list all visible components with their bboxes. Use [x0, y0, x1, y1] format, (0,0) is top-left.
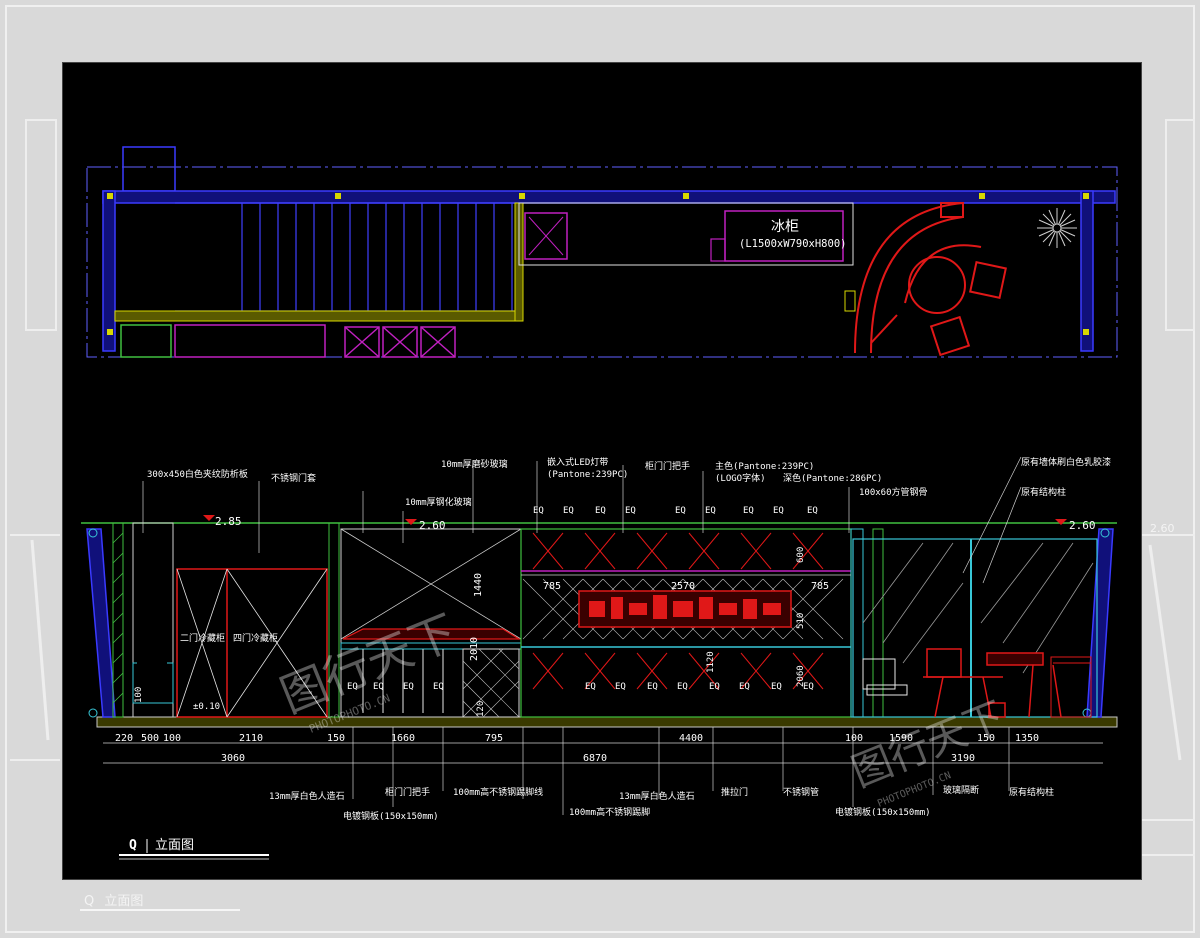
eq-mark: EQ: [771, 682, 782, 692]
height-label-5: 100: [134, 687, 144, 703]
plan-lounge: [854, 202, 1007, 357]
plan-sink-units: [344, 326, 456, 358]
note-top-8: 主色(Pantone:239PC): [715, 460, 814, 472]
eq-mark: EQ: [677, 682, 688, 692]
note-top-12: 原有墙体刷白色乳胶漆: [1021, 456, 1111, 468]
dimension-text: 100: [163, 733, 181, 744]
eq-mark: EQ: [807, 506, 818, 516]
height-label-4: 120: [476, 701, 486, 717]
dimension-text: 2110: [239, 733, 263, 744]
height-label-7: 510: [796, 613, 806, 629]
fridge-label-left: 二门冷藏柜: [180, 632, 225, 644]
eq-mark: EQ: [563, 506, 574, 516]
eq-mark: EQ: [739, 682, 750, 692]
plan-fridge-size: (L1500xW790xH800): [739, 238, 846, 250]
eq-mark: EQ: [585, 682, 596, 692]
plan-plant-symbol: [1037, 208, 1077, 248]
eq-mark: EQ: [595, 506, 606, 516]
plan-top-wall: [102, 190, 1116, 204]
height-label-8: 2060: [796, 665, 806, 687]
elevation-title-letter: Q: [129, 838, 137, 853]
inner-dim-2: 2570: [671, 581, 695, 592]
note-bottom-3: 柜门门把手: [385, 786, 430, 798]
note-top-13: 原有结构柱: [1021, 486, 1066, 498]
note-top-6: (Pantone:239PC): [547, 470, 628, 480]
floor-plan: 冰柜 (L1500xW790xH800): [86, 146, 1118, 358]
dimension-text: 150: [327, 733, 345, 744]
note-bottom-2: 电镀钢板(150x150mm): [343, 810, 439, 822]
elevation-title-block: Q 立面图: [119, 838, 269, 860]
dimension-text: 4400: [679, 733, 703, 744]
note-top-7: 柜门门把手: [645, 460, 690, 472]
note-bottom-7: 推拉门: [721, 786, 748, 798]
eq-mark: EQ: [533, 506, 544, 516]
level-mark-3: 2.60: [1069, 519, 1096, 532]
elevation-title: 立面图: [155, 838, 194, 853]
dimension-text: 1350: [1015, 733, 1039, 744]
level-mark-1: 2.85: [215, 515, 242, 528]
eq-mark: EQ: [433, 682, 444, 692]
eq-mark: EQ: [743, 506, 754, 516]
cad-drawing-window: 冰柜 (L1500xW790xH800) 二门冷藏柜 四门冷藏柜 ±0.10 E…: [62, 62, 1142, 880]
plan-counter-strip: [114, 310, 524, 322]
eq-mark: EQ: [625, 506, 636, 516]
dimension-text: 795: [485, 733, 503, 744]
inner-dim-1: 785: [543, 581, 561, 592]
height-label-2: 2010: [469, 637, 480, 661]
inner-dim-3: 785: [811, 581, 829, 592]
dimension-text: 3060: [221, 753, 245, 764]
note-top-5: 嵌入式LED灯带: [547, 456, 608, 468]
note-bottom-1: 13mm厚白色人造石: [269, 790, 345, 802]
plan-right-wall: [1080, 190, 1094, 352]
note-top-1: 300x450白色夹纹防析板: [147, 468, 248, 480]
fridge-label-right: 四门冷藏柜: [233, 632, 278, 644]
elevation: 二门冷藏柜 四门冷藏柜 ±0.10 EQ EQ EQ EQ EQ EQ EQ E…: [81, 456, 1118, 860]
left-end-wall: [86, 528, 116, 718]
plan-column-box: [122, 146, 176, 192]
note-bottom-10: 玻璃隔断: [943, 784, 979, 796]
note-top-2: 不锈钢门套: [271, 472, 316, 484]
eq-mark: EQ: [773, 506, 784, 516]
note-top-4: 10mm厚钢化玻璃: [405, 496, 472, 508]
height-label-3: 1120: [706, 651, 716, 673]
dimension-text: 1660: [391, 733, 415, 744]
eq-mark: EQ: [615, 682, 626, 692]
note-bottom-11: 原有结构柱: [1009, 786, 1054, 798]
note-bottom-6: 13mm厚白色人造石: [619, 790, 695, 802]
note-bottom-4: 100mm高不锈钢踢脚线: [453, 786, 543, 798]
eq-mark: EQ: [675, 506, 686, 516]
plan-stair-lines: [175, 202, 519, 312]
plan-left-wall: [102, 190, 116, 352]
height-label-1: 1440: [473, 573, 484, 597]
dimension-text: 220: [115, 733, 133, 744]
background-caption-letter: Q: [84, 894, 95, 909]
plan-fridge-label: 冰柜: [771, 219, 799, 235]
note-bottom-5: 100mm高不锈钢踢脚: [569, 806, 650, 818]
eq-mark: EQ: [403, 682, 414, 692]
eq-mark: EQ: [647, 682, 658, 692]
dimension-text: 6870: [583, 753, 607, 764]
eq-mark: EQ: [705, 506, 716, 516]
note-bottom-8: 不锈钢管: [783, 786, 819, 798]
floor-level-mark: ±0.10: [193, 702, 220, 712]
note-top-9: (LOGO字体): [715, 472, 766, 484]
note-top-11: 100x60方管钢骨: [859, 486, 928, 498]
dimension-text: 100: [845, 733, 863, 744]
level-mark-2: 2.60: [419, 519, 446, 532]
note-top-10: 深色(Pantone:286PC): [783, 472, 882, 484]
glass-partition: [852, 538, 1098, 718]
cad-canvas: 冰柜 (L1500xW790xH800) 二门冷藏柜 四门冷藏柜 ±0.10 E…: [81, 146, 1118, 860]
eq-mark: EQ: [709, 682, 720, 692]
dimension-text: 500: [141, 733, 159, 744]
background-level: 2.60: [1150, 522, 1175, 535]
height-label-6: 600: [796, 547, 806, 563]
background-caption: Q 立面图: [84, 890, 143, 909]
note-top-3: 10mm厚磨砂玻璃: [441, 458, 508, 470]
background-caption-title: 立面图: [104, 894, 144, 909]
watermark: 图行天下 PHOTOPHOTO.CN 图行天下 PHOTOPHOTO.CN: [273, 604, 1011, 810]
